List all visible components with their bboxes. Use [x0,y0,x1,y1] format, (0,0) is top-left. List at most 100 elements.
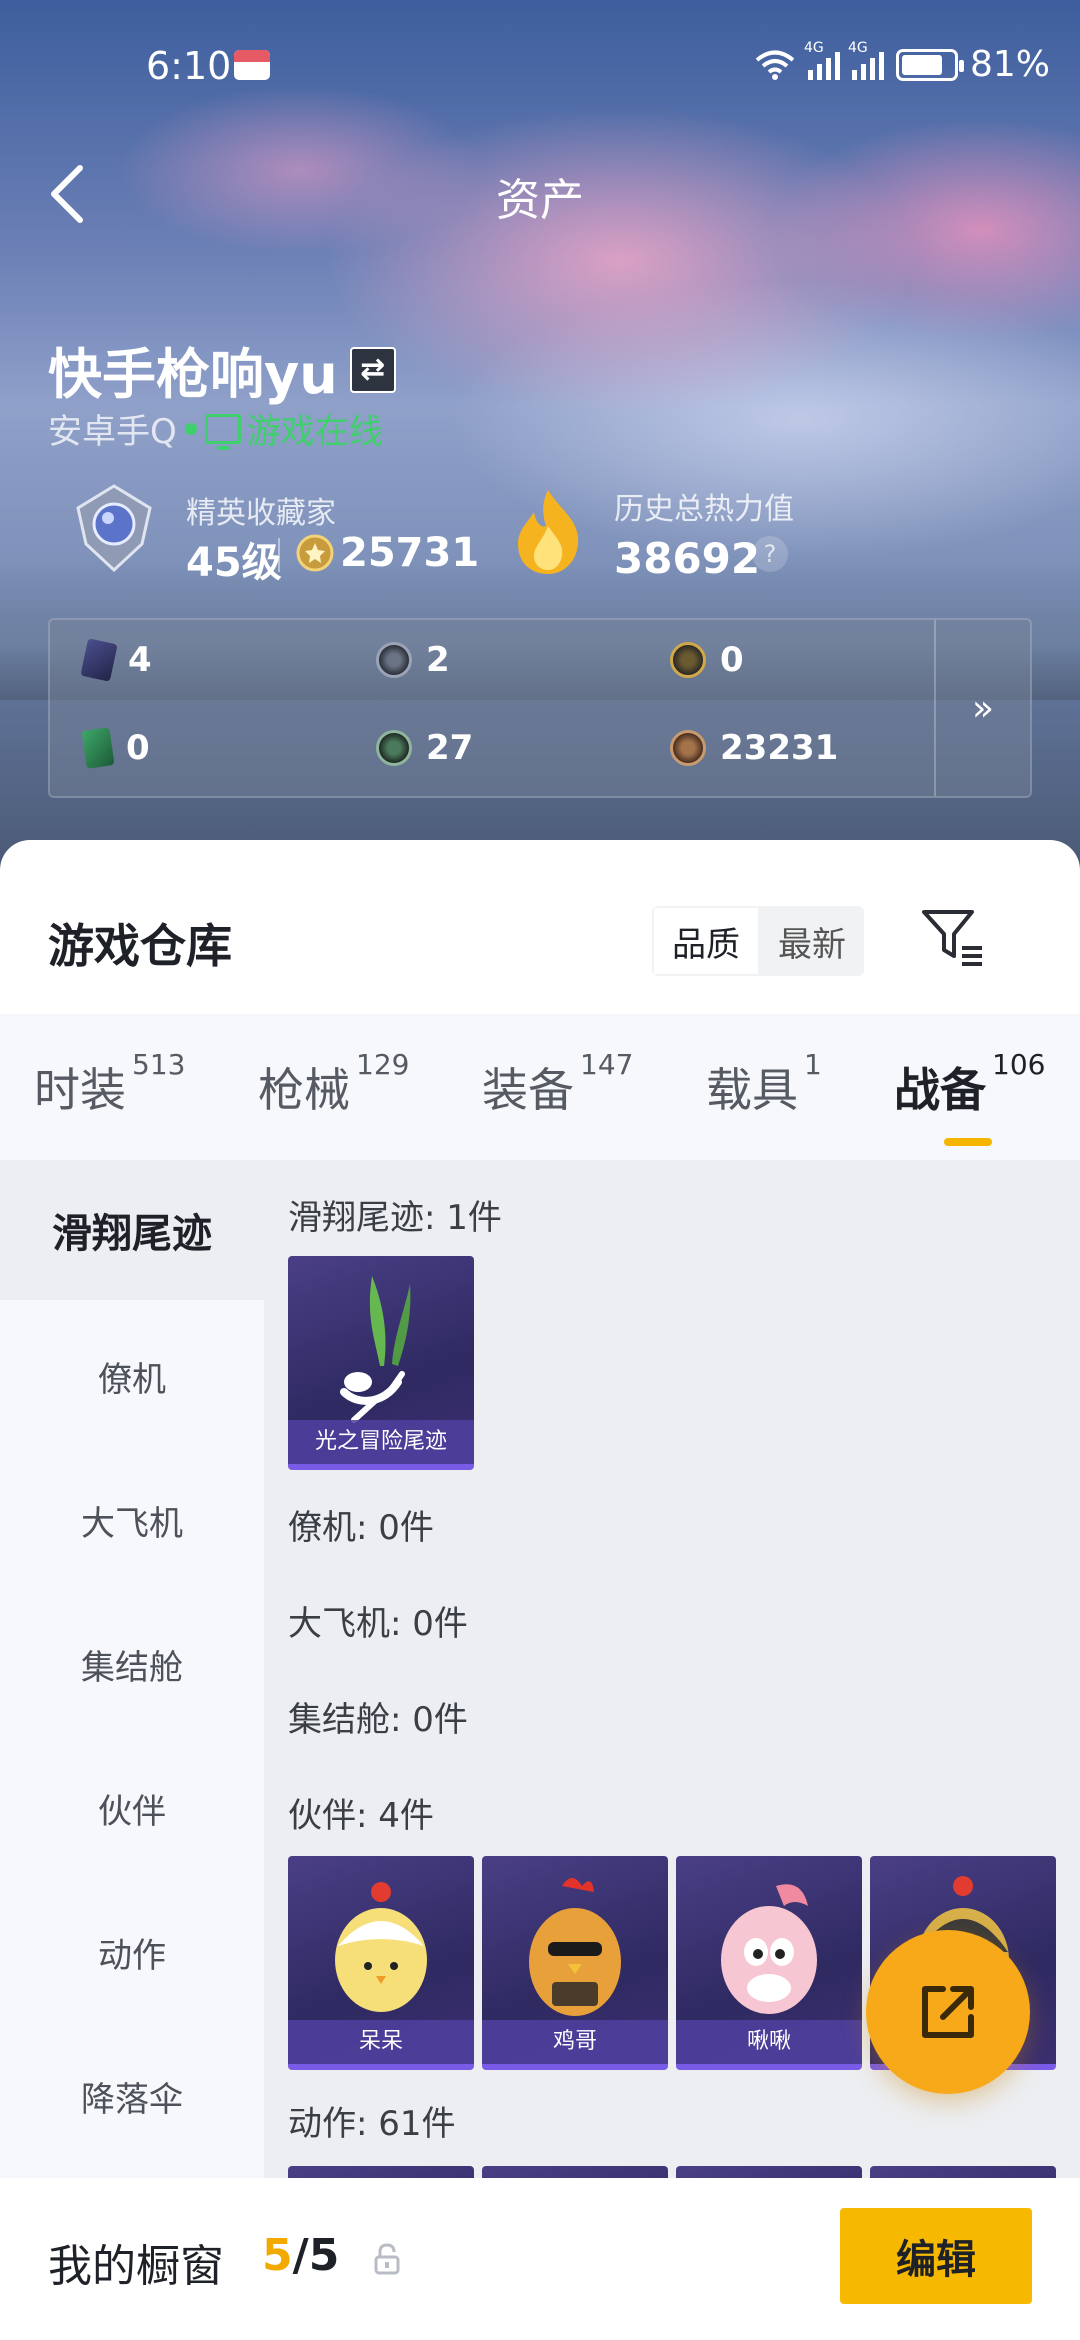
tab-guns[interactable]: 枪械 129 [258,1048,409,1120]
player-meta: 安卓手Q 游戏在线 [48,404,383,453]
sidebar-item-parachute[interactable]: 降落伞 [0,2026,264,2166]
green-token-icon [376,730,412,766]
sidebar-item-wingman[interactable]: 僚机 [0,1306,264,1446]
tab-label: 装备 [482,1063,574,1117]
stat-value: 0 [720,640,744,680]
wifi-icon [754,49,796,81]
tab-label: 枪械 [258,1063,350,1117]
online-status-label: 游戏在线 [246,412,383,452]
item-card[interactable]: 呆呆 [288,1856,474,2070]
tab-fashion[interactable]: 时装 513 [34,1048,185,1120]
active-tab-indicator [944,1138,992,1146]
status-time: 6:10 [146,44,232,88]
tab-count: 106 [992,1048,1046,1081]
stat-value: 0 [126,728,150,768]
sidebar-item-emote[interactable]: 动作 [0,1882,264,2022]
signal-type-1: 4G [803,39,824,56]
player-name-row: 快手枪响yu ⇄ [48,330,396,409]
stat-item: 0 [81,727,150,769]
rank-badge-icon[interactable] [70,482,158,574]
online-dot-icon [184,422,197,435]
section-label-emote: 动作: 61件 [288,2104,456,2144]
sort-option-newest[interactable]: 最新 [760,906,864,976]
green-ticket-icon [81,727,115,769]
gold-token-icon [670,642,706,678]
sort-option-quality[interactable]: 品质 [652,906,760,976]
warehouse-title: 游戏仓库 [48,919,232,973]
external-link-icon [922,1986,974,2038]
player-name: 快手枪响yu [48,343,338,406]
stat-value: 23231 [720,728,839,768]
lock-icon [372,2242,402,2276]
silver-token-icon [376,642,412,678]
tab-count: 513 [132,1048,186,1081]
section-label-plane: 大飞机: 0件 [288,1604,468,1644]
battery-percent: 81% [969,44,1050,85]
category-tabs: 时装 513 枪械 129 装备 147 载具 1 战备 106 [0,1014,1080,1160]
tab-count: 147 [580,1048,634,1081]
item-card[interactable]: 光之冒险尾迹 [288,1256,474,1470]
stat-item: 0 [670,640,744,680]
battery-icon [895,48,964,81]
heat-label: 历史总热力值 [614,492,794,527]
sidebar-item-plane[interactable]: 大飞机 [0,1450,264,1590]
fire-icon [508,486,588,578]
signal-icon-2: 4G [848,40,884,80]
sidebar-item-pod[interactable]: 集结舱 [0,1594,264,1734]
stat-item: 27 [376,728,473,768]
sort-toggle: 品质 最新 [652,906,864,976]
showcase-count-current: 5 [262,2230,293,2281]
tab-vehicles[interactable]: 载具 1 [706,1048,822,1120]
sidebar-item-partner[interactable]: 伙伴 [0,1738,264,1878]
help-icon[interactable]: ? [752,536,788,572]
status-bar: 6:10 4G 4G 81% [0,0,1080,130]
tab-label: 载具 [706,1063,798,1117]
stat-item: 23231 [670,728,838,768]
sidebar: 滑翔尾迹 僚机 大飞机 集结舱 伙伴 动作 降落伞 [0,1160,264,2340]
rank-divider [278,538,280,572]
showcase-count-total: /5 [292,2230,340,2281]
item-card[interactable]: 啾啾 [676,1856,862,2070]
tab-equipment[interactable]: 装备 147 [482,1048,633,1120]
filter-icon[interactable] [920,906,986,968]
status-icons: 4G 4G 81% [754,40,1050,85]
rank-label: 精英收藏家 [186,496,336,531]
stat-item: 2 [376,640,450,680]
tab-label: 时装 [34,1063,126,1117]
showcase-count: 5/5 [262,2230,339,2281]
section-label-pod: 集结舱: 0件 [288,1700,468,1740]
item-list: 滑翔尾迹: 1件 光之冒险尾迹 僚机: 0件 大飞机: 0件 集结舱: 0件 伙… [264,1160,1080,2340]
stat-value: 27 [426,728,474,768]
item-name: 呆呆 [288,2020,474,2064]
switch-account-icon[interactable]: ⇄ [349,346,396,393]
bronze-token-icon [670,730,706,766]
page-title: 资产 [496,175,584,226]
warehouse-sheet: 游戏仓库 品质 最新 时装 513 枪械 129 装备 147 载具 1 战备 106 滑… [0,840,1080,2340]
section-label-wingman: 僚机: 0件 [288,1508,434,1548]
stat-value: 2 [426,640,450,680]
share-button[interactable] [866,1930,1030,2094]
platform-label: 安卓手Q [48,412,177,452]
showcase-label: 我的橱窗 [48,2241,224,2292]
heat-value: 38692 [614,534,761,583]
item-card[interactable]: 鸡哥 [482,1856,668,2070]
edit-button[interactable]: 编辑 [840,2208,1032,2304]
stat-value: 4 [128,640,152,680]
online-status: 游戏在线 [204,404,383,453]
notification-icon [234,50,270,80]
monitor-icon [204,413,241,450]
rank-level: 45级 [186,540,282,586]
item-name: 鸡哥 [482,2020,668,2064]
section-label-partner: 伙伴: 4件 [288,1796,434,1836]
tab-count: 129 [356,1048,410,1081]
signal-icon-1: 4G [804,40,840,80]
asset-stats-panel[interactable]: 4 2 0 0 27 23231 » [48,618,1032,798]
coin-value: 25731 [340,530,480,576]
item-name: 啾啾 [676,2020,862,2064]
tab-count: 1 [804,1048,822,1081]
stats-more-button[interactable]: » [934,620,1030,796]
section-label-glide: 滑翔尾迹: 1件 [288,1198,502,1238]
sidebar-item-glide-trail[interactable]: 滑翔尾迹 [0,1160,264,1300]
tab-war-gear[interactable]: 战备 106 [894,1048,1045,1120]
card-icon [80,638,118,682]
